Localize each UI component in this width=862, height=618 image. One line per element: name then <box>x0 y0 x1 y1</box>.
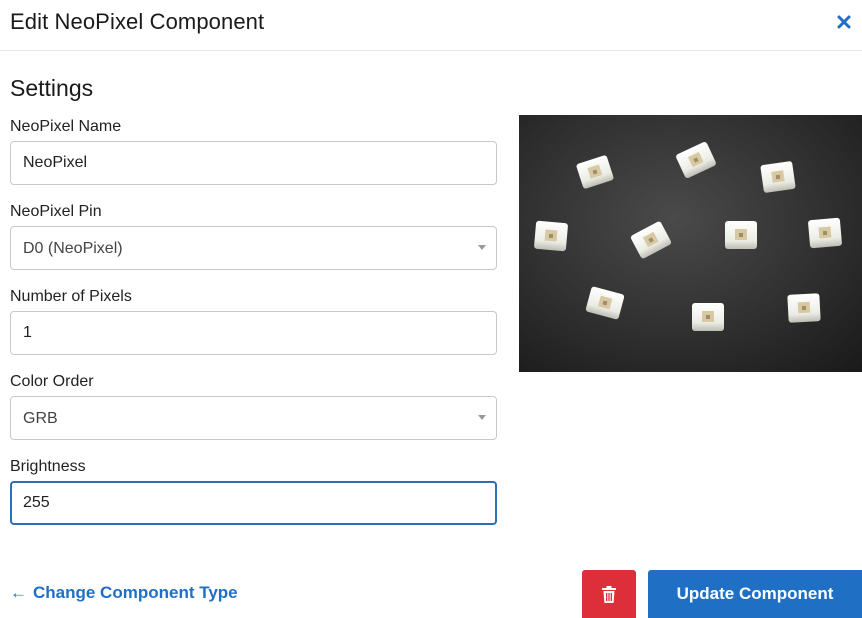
color-order-label: Color Order <box>10 373 94 390</box>
neopixel-pin-select[interactable]: D0 (NeoPixel) <box>10 226 497 270</box>
brightness-label: Brightness <box>10 458 86 475</box>
chevron-down-icon <box>478 245 486 250</box>
edit-component-modal: Edit NeoPixel Component Settings NeoPixe… <box>0 0 862 618</box>
number-of-pixels-label: Number of Pixels <box>10 288 132 305</box>
modal-title: Edit NeoPixel Component <box>10 9 265 34</box>
settings-heading: Settings <box>10 75 94 101</box>
neopixel-name-label: NeoPixel Name <box>10 118 122 135</box>
neopixel-leds-photo <box>519 115 862 372</box>
neopixel-pin-value: D0 (NeoPixel) <box>23 240 123 257</box>
change-component-type-label: Change Component Type <box>33 583 238 602</box>
update-component-button[interactable]: Update Component <box>648 570 862 618</box>
color-order-select[interactable]: GRB <box>10 396 497 440</box>
close-button[interactable] <box>832 10 856 34</box>
chevron-down-icon <box>478 415 486 420</box>
brightness-input[interactable] <box>10 481 497 525</box>
number-of-pixels-input[interactable] <box>10 311 497 355</box>
neopixel-name-input[interactable] <box>10 141 497 185</box>
delete-button[interactable] <box>582 570 636 618</box>
color-order-value: GRB <box>23 410 58 427</box>
modal-header: Edit NeoPixel Component <box>0 0 862 51</box>
neopixel-product-image <box>519 115 862 372</box>
change-component-type-link[interactable]: ← Change Component Type <box>10 582 238 604</box>
neopixel-pin-label: NeoPixel Pin <box>10 203 102 220</box>
trash-icon <box>602 585 616 603</box>
arrow-left-icon: ← <box>10 583 27 602</box>
close-icon <box>837 15 851 29</box>
